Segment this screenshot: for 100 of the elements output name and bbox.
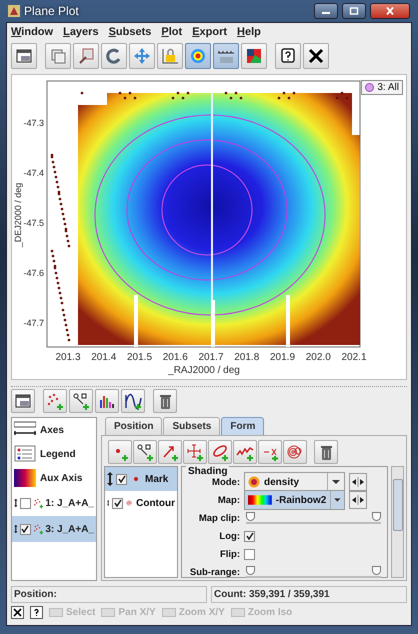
- window-title: Plane Plot: [24, 4, 79, 18]
- drag-handle-icon[interactable]: [107, 472, 113, 486]
- marker-plus-button[interactable]: [108, 440, 132, 464]
- group-title: Shading: [186, 466, 230, 477]
- histogram-button[interactable]: [95, 389, 119, 413]
- axis-title: _DEJ2000 / deg: [13, 182, 23, 248]
- lock-button[interactable]: [157, 43, 183, 69]
- control-item[interactable]: Legend: [12, 442, 96, 466]
- menu-item[interactable]: Plot: [161, 26, 182, 38]
- slider-thumb[interactable]: [372, 566, 381, 575]
- map-dropdown[interactable]: -Rainbow2: [244, 490, 345, 510]
- slider-thumb[interactable]: [246, 566, 255, 575]
- range-slider[interactable]: [246, 566, 381, 578]
- checkbox[interactable]: [116, 474, 127, 484]
- pair-plus-icon: [72, 392, 90, 410]
- control-item[interactable]: 1: J_A+A_: [12, 490, 96, 516]
- close-icon: [13, 608, 22, 617]
- tick-label: 201.9: [270, 352, 296, 363]
- close-button[interactable]: [370, 3, 410, 19]
- frame-button[interactable]: [73, 43, 99, 69]
- legend-label: 3: All: [377, 82, 399, 93]
- heatmap-button[interactable]: [185, 43, 211, 69]
- control-item[interactable]: 3: J_A+A_: [12, 516, 96, 542]
- color-ramp-icon: [248, 494, 272, 506]
- contour-button[interactable]: [283, 440, 307, 464]
- control-item[interactable]: Aux Axis: [12, 466, 96, 490]
- close-button[interactable]: [303, 43, 329, 69]
- color-bar-icon: [14, 469, 36, 487]
- ruler-button[interactable]: [213, 43, 239, 69]
- menu-item[interactable]: Subsets: [108, 26, 152, 38]
- tick-label: -47.3: [23, 118, 44, 128]
- help-button[interactable]: [275, 43, 301, 69]
- error-bars-button[interactable]: [183, 440, 207, 464]
- text-plus-button[interactable]: [258, 440, 282, 464]
- close-icon: [385, 7, 395, 15]
- range-slider[interactable]: [246, 512, 381, 524]
- tick-label: -47.4: [23, 168, 44, 178]
- drag-handle-icon[interactable]: [14, 522, 18, 536]
- tick-label: 202.1: [341, 352, 367, 363]
- layer-item[interactable]: Contour: [105, 491, 177, 515]
- checkbox[interactable]: [112, 498, 124, 508]
- scatter-plus-icon: [46, 392, 64, 410]
- minimize-button[interactable]: [314, 3, 338, 19]
- control-item[interactable]: Axes: [12, 418, 96, 442]
- lock-icon: [161, 47, 179, 65]
- checkbox[interactable]: [20, 498, 31, 508]
- window-button[interactable]: [11, 389, 35, 413]
- pair-plus-button[interactable]: [133, 440, 157, 464]
- tab[interactable]: Position: [105, 417, 162, 435]
- checkbox[interactable]: [20, 524, 31, 534]
- drag-handle-icon[interactable]: [14, 496, 18, 510]
- contour-icon: [286, 443, 304, 461]
- image-stack-button[interactable]: [45, 43, 71, 69]
- slider-thumb[interactable]: [246, 512, 255, 521]
- trash-button[interactable]: [314, 440, 338, 464]
- mode-icon: [49, 608, 63, 617]
- stepper-button[interactable]: [349, 473, 367, 491]
- axis-title: _RAJ2000 / deg: [168, 365, 240, 375]
- arrow-plus-button[interactable]: [158, 440, 182, 464]
- menu-item[interactable]: Layers: [63, 26, 99, 38]
- scatter-plus-button[interactable]: [43, 389, 67, 413]
- tab[interactable]: Subsets: [163, 417, 220, 435]
- curve-plus-icon: [124, 392, 142, 410]
- close-icon: [307, 47, 325, 65]
- help-button[interactable]: [30, 606, 43, 619]
- refresh-button[interactable]: [101, 43, 127, 69]
- line-plus-button[interactable]: [233, 440, 257, 464]
- menu-item[interactable]: Help: [237, 26, 261, 38]
- checkbox[interactable]: [244, 548, 255, 560]
- picture-button[interactable]: [241, 43, 267, 69]
- window-button[interactable]: [11, 43, 37, 69]
- mode-icon: [230, 608, 245, 617]
- checkbox[interactable]: [244, 530, 255, 542]
- image-stack-icon: [49, 47, 67, 65]
- trash-button[interactable]: [153, 389, 177, 413]
- ellipse-plus-button[interactable]: [208, 440, 232, 464]
- move-icon: [133, 47, 151, 65]
- tick-label: 202.0: [306, 352, 331, 363]
- app-icon: [8, 5, 20, 17]
- field-label: Mode:: [211, 476, 240, 488]
- maximize-button[interactable]: [342, 3, 366, 19]
- curve-plus-button[interactable]: [121, 389, 145, 413]
- pair-plus-icon: [136, 443, 154, 461]
- window-icon: [14, 392, 32, 410]
- menu-item[interactable]: Export: [192, 26, 228, 38]
- menu-item[interactable]: Window: [11, 26, 54, 38]
- blob-icon: [248, 476, 260, 488]
- close-button[interactable]: [11, 606, 24, 619]
- pair-plus-button[interactable]: [69, 389, 93, 413]
- stepper-button[interactable]: [349, 491, 367, 509]
- tick-label: 201.6: [162, 352, 188, 363]
- layer-item[interactable]: Mark: [105, 467, 177, 491]
- move-button[interactable]: [129, 43, 155, 69]
- tab[interactable]: Form: [221, 417, 264, 435]
- slider-thumb[interactable]: [372, 512, 381, 521]
- tick-label: 201.8: [234, 352, 260, 363]
- scrollbar[interactable]: [391, 466, 404, 578]
- picture-icon: [245, 47, 263, 65]
- mode-dropdown[interactable]: density: [244, 472, 345, 492]
- refresh-icon: [105, 47, 123, 65]
